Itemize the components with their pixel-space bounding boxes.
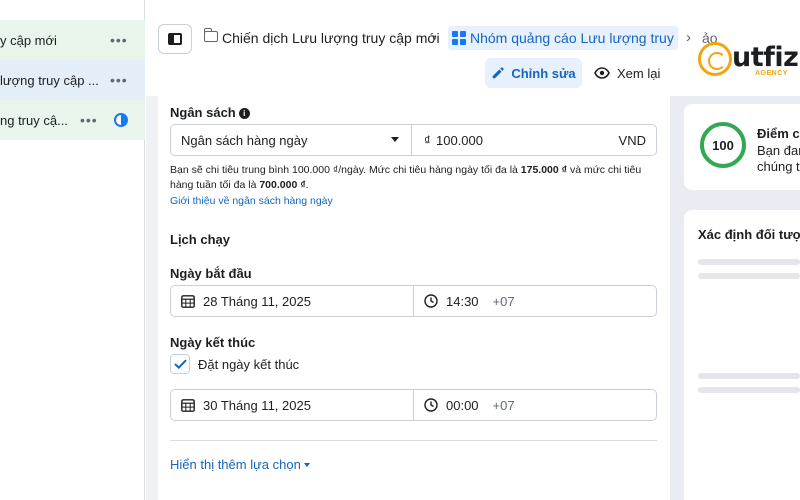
- end-timezone: +07: [492, 397, 515, 413]
- start-date-input[interactable]: 28 Tháng 11, 2025: [170, 285, 414, 317]
- review-button-label: Xem lại: [617, 65, 661, 81]
- checkmark-icon: [173, 359, 187, 369]
- end-date-label: Ngày kết thúc: [170, 335, 256, 350]
- start-date-value: 28 Tháng 11, 2025: [203, 293, 311, 309]
- adset-grid-icon: [452, 31, 466, 45]
- currency-symbol: ₫: [424, 132, 431, 148]
- section-divider: [170, 440, 657, 441]
- edit-button-label: Chỉnh sửa: [511, 65, 576, 81]
- budget-type-select[interactable]: Ngân sách hàng ngày: [170, 124, 412, 156]
- top-bar: Chiến dịch Lưu lượng truy cập mới › Nhóm…: [146, 0, 800, 96]
- sidebar-icon: [168, 33, 182, 45]
- end-date-input[interactable]: 30 Tháng 11, 2025: [170, 389, 414, 421]
- tree-item-campaign[interactable]: y cập mới •••: [0, 20, 145, 60]
- budget-help-text: Bạn sẽ chi tiêu trung bình 100.000 ₫/ngà…: [170, 163, 654, 193]
- chevron-right-icon: ›: [432, 29, 437, 46]
- help-text-part: Bạn sẽ chi tiêu trung bình 100.000 ₫/ngà…: [170, 164, 521, 176]
- opportunity-score-ring: 100: [700, 122, 746, 168]
- edit-button[interactable]: Chỉnh sửa: [485, 58, 582, 88]
- delivery-status-icon: [114, 113, 128, 127]
- loading-placeholder: [698, 259, 800, 265]
- more-options-icon[interactable]: •••: [110, 72, 128, 88]
- agency-logo: utfiz AGENCY: [698, 40, 799, 86]
- tree-item-label: ng truy cậ...: [0, 112, 68, 128]
- caret-down-icon: [391, 137, 399, 142]
- opportunity-score-line: chúng t: [757, 159, 800, 174]
- campaign-tree: y cập mới ••• lượng truy cập ... ••• ng …: [0, 0, 145, 500]
- loading-placeholder: [698, 373, 800, 379]
- audience-definition-card: [684, 210, 800, 500]
- calendar-icon: [181, 294, 195, 308]
- chevron-right-icon: ›: [686, 29, 691, 46]
- start-timezone: +07: [492, 293, 515, 309]
- show-more-options-label: Hiển thị thêm lựa chọn: [170, 457, 301, 472]
- start-date-label: Ngày bắt đầu: [170, 266, 252, 281]
- start-time-input[interactable]: 14:30 +07: [413, 285, 657, 317]
- breadcrumb-campaign[interactable]: Chiến dịch Lưu lượng truy cập mới: [222, 30, 440, 46]
- more-options-icon[interactable]: •••: [80, 112, 98, 128]
- budget-label: Ngân sách i: [170, 105, 250, 120]
- clock-icon: [424, 398, 438, 412]
- end-time-value: 00:00: [446, 397, 479, 413]
- loading-placeholder: [698, 273, 800, 279]
- currency-code: VND: [618, 132, 646, 148]
- folder-icon: [203, 28, 218, 42]
- tree-item-label: lượng truy cập ...: [0, 72, 99, 88]
- show-more-options-link[interactable]: Hiển thị thêm lựa chọn: [170, 457, 310, 472]
- caret-down-icon: [303, 463, 310, 467]
- tree-item-ad[interactable]: ng truy cậ... •••: [0, 100, 145, 140]
- budget-amount-value: 100.000: [436, 132, 483, 148]
- review-button[interactable]: Xem lại: [594, 58, 674, 88]
- budget-type-value: Ngân sách hàng ngày: [181, 132, 308, 148]
- logo-wordmark: utfiz: [732, 42, 799, 73]
- max-daily-spend: 175.000 ₫: [520, 164, 568, 176]
- loading-placeholder: [698, 387, 800, 393]
- eye-icon: [594, 67, 610, 79]
- daily-budget-info-link[interactable]: Giới thiệu về ngân sách hàng ngày: [170, 195, 333, 207]
- breadcrumb-adset-label: Nhóm quảng cáo Lưu lượng truy cập mới: [470, 30, 678, 46]
- start-time-value: 14:30: [446, 293, 479, 309]
- help-text-part: .: [305, 179, 309, 191]
- opportunity-score-line: Bạn đan: [757, 143, 800, 158]
- set-end-date-checkbox[interactable]: [170, 354, 190, 374]
- calendar-icon: [181, 398, 195, 412]
- more-options-icon[interactable]: •••: [110, 32, 128, 48]
- budget-amount-input[interactable]: ₫ 100.000 VND: [411, 124, 657, 156]
- opportunity-score-title: Điểm c: [757, 126, 800, 141]
- info-icon[interactable]: i: [238, 108, 250, 119]
- set-end-date-label: Đặt ngày kết thúc: [198, 357, 300, 372]
- audience-definition-title: Xác định đối tượ: [698, 227, 800, 242]
- schedule-title: Lịch chạy: [170, 232, 230, 247]
- logo-subtext: AGENCY: [755, 70, 788, 77]
- breadcrumb-adset[interactable]: Nhóm quảng cáo Lưu lượng truy cập mới: [448, 26, 678, 50]
- tree-item-label: y cập mới: [0, 32, 57, 48]
- toggle-panel-button[interactable]: [158, 24, 192, 54]
- max-weekly-spend: 700.000 ₫: [259, 179, 306, 191]
- end-date-value: 30 Tháng 11, 2025: [203, 397, 311, 413]
- logo-o-mark: [698, 42, 732, 76]
- end-time-input[interactable]: 00:00 +07: [413, 389, 657, 421]
- budget-label-text: Ngân sách: [170, 105, 236, 120]
- pencil-icon: [493, 67, 505, 79]
- clock-icon: [424, 294, 438, 308]
- tree-item-adset[interactable]: lượng truy cập ... •••: [0, 60, 145, 100]
